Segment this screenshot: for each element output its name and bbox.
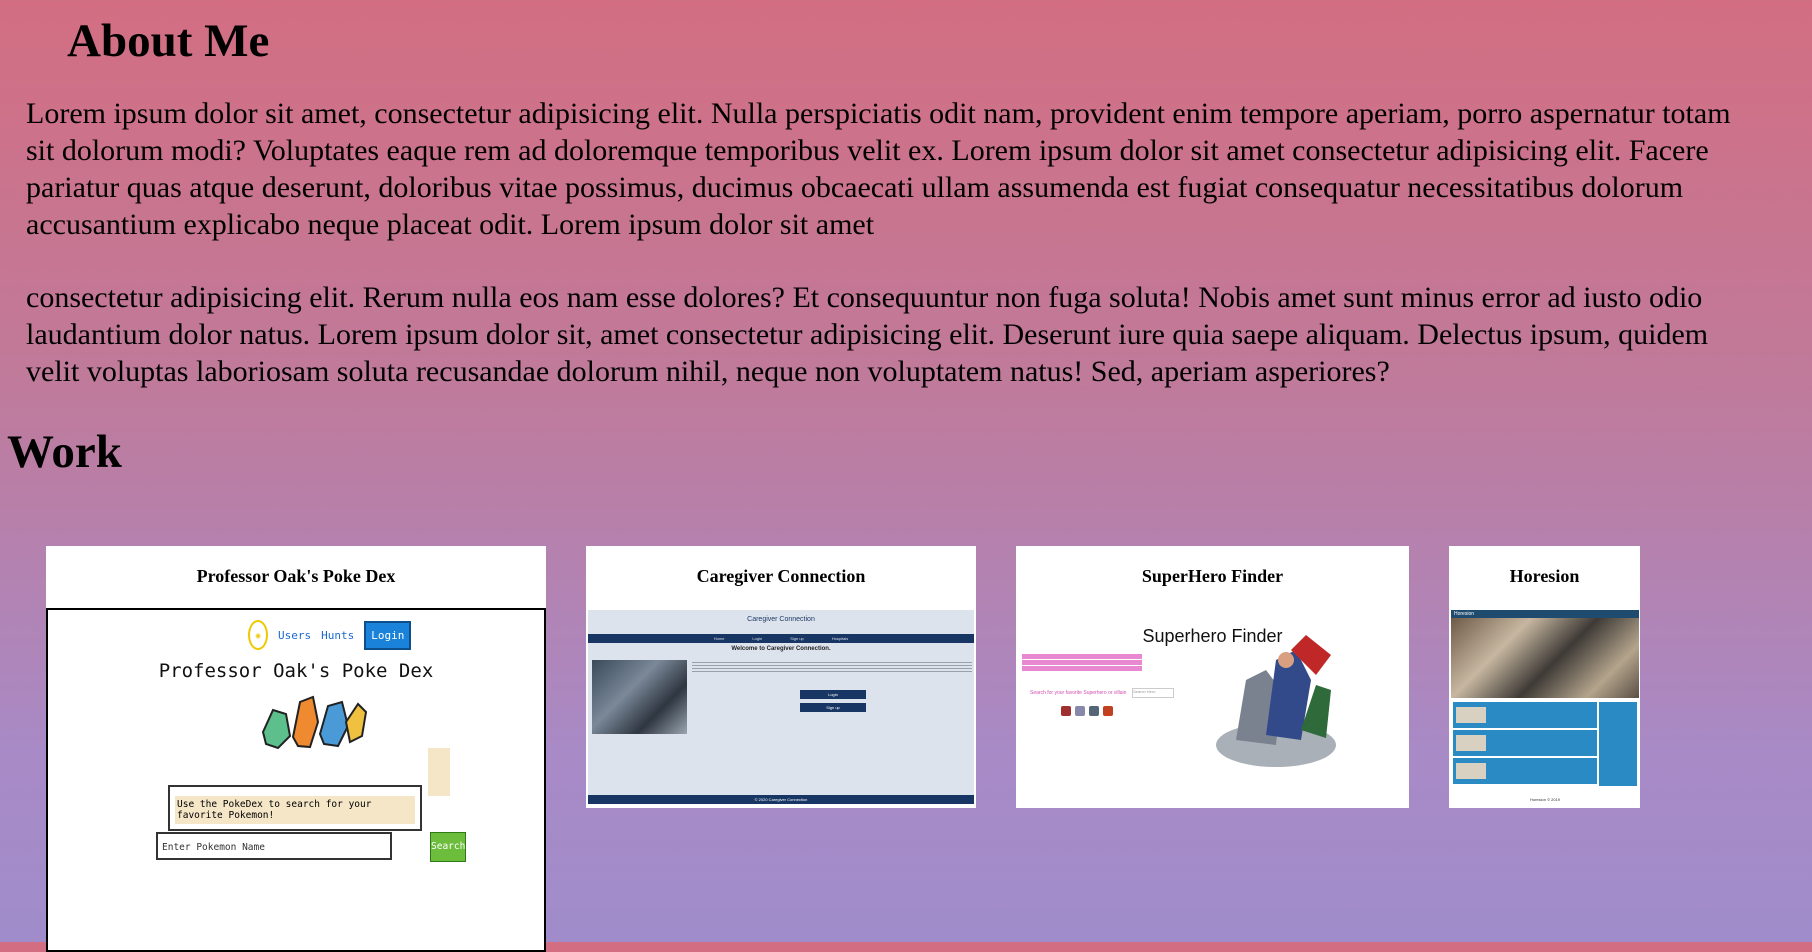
caregiver-nav-item: Sign up <box>790 636 804 641</box>
hero-thumb-icon <box>1089 706 1099 716</box>
caregiver-navbar: Home Login Sign up Hospitals <box>588 634 974 643</box>
hero-thumb-icon <box>1075 706 1085 716</box>
superheroes-group-image <box>1216 635 1336 767</box>
pokedex-bubble-text: Use the PokeDex to search for your favor… <box>175 796 415 824</box>
pokedex-mascot-icon <box>428 748 450 796</box>
pokedex-login-button: Login <box>364 620 412 650</box>
pokedex-app-title: Professor Oak's Poke Dex <box>158 660 434 682</box>
horesion-services <box>1453 702 1597 786</box>
caregiver-nav-item: Hospitals <box>831 636 849 641</box>
project-screenshot[interactable]: Horesion Horesion © 2019 <box>1451 610 1639 804</box>
hero-thumb-icon <box>1061 706 1071 716</box>
hero-thumb-icon <box>1103 706 1113 716</box>
caregiver-body-text <box>692 662 972 672</box>
horesion-navbar: Horesion <box>1451 610 1639 618</box>
project-card-horesion[interactable]: Horesion Horesion Horesion © 2019 <box>1449 546 1640 808</box>
about-paragraph-line: laudantium dolor natus. Lorem ipsum dolo… <box>26 318 1709 351</box>
caregiver-nav-item: Home <box>713 636 725 641</box>
about-paragraph-line: pariatur quas atque deserunt, doloribus … <box>26 171 1684 204</box>
pokeball-icon: ◉ <box>248 620 268 650</box>
project-title: Caregiver Connection <box>696 566 866 586</box>
about-paragraph-line: consectetur adipisicing elit. Rerum null… <box>26 281 1703 314</box>
office-team-image <box>1451 618 1639 698</box>
superhero-thumbnails <box>1061 706 1113 716</box>
service-item <box>1453 758 1597 784</box>
project-screenshot[interactable]: Caregiver Connection Home Login Sign up … <box>588 610 974 804</box>
pokedex-speech-bubble: Use the PokeDex to search for your favor… <box>168 785 422 831</box>
pokemon-sprites-image <box>261 695 368 750</box>
building-image <box>592 660 687 734</box>
about-paragraph-line: accusantium explicabo neque placeat odit… <box>26 208 875 241</box>
project-card-caregiver[interactable]: Caregiver Connection Caregiver Connectio… <box>586 546 976 808</box>
project-screenshot[interactable]: Superhero Finder Search for your favorit… <box>1016 610 1409 808</box>
project-title: Horesion <box>1509 566 1580 586</box>
caregiver-footer: © 2020 Caregiver Connection <box>588 795 974 804</box>
superhero-search-label: Search for your favorite Superhero or vi… <box>1030 690 1127 696</box>
service-item <box>1453 730 1597 756</box>
project-card-superhero[interactable]: SuperHero Finder Superhero Finder Search… <box>1016 546 1409 808</box>
pokedex-nav-hunts: Hunts <box>321 628 355 642</box>
pokedex-search-button: Search <box>430 832 466 862</box>
about-paragraph-line: Lorem ipsum dolor sit amet, consectetur … <box>26 97 1731 130</box>
pokedex-search-input: Enter Pokemon Name <box>156 832 392 860</box>
superhero-intro-text <box>1022 654 1182 672</box>
caregiver-login-button: Login <box>800 690 866 699</box>
horesion-sidebar <box>1599 702 1637 786</box>
work-heading: Work <box>7 426 122 478</box>
caregiver-welcome: Welcome to Caregiver Connection. <box>731 646 831 652</box>
caregiver-signup-button: Sign up <box>800 703 866 712</box>
project-title: Professor Oak's Poke Dex <box>196 566 396 586</box>
pokedex-nav-users: Users <box>278 628 312 642</box>
pokedex-nav: ◉ Users Hunts Login <box>248 620 412 650</box>
project-card-pokedex[interactable]: Professor Oak's Poke Dex ◉ Users Hunts L… <box>46 546 546 952</box>
superhero-search-input: Search Hero <box>1132 688 1174 698</box>
caregiver-nav-item: Login <box>752 636 763 641</box>
horesion-footer: Horesion © 2019 <box>1529 797 1561 802</box>
project-title: SuperHero Finder <box>1141 566 1284 586</box>
service-item <box>1453 702 1597 728</box>
project-screenshot[interactable]: ◉ Users Hunts Login Professor Oak's Poke… <box>46 608 546 952</box>
caregiver-header: Caregiver Connection <box>747 616 815 623</box>
about-heading: About Me <box>67 15 270 67</box>
about-paragraph-line: velit voluptas laboriosam soluta recusan… <box>26 355 1390 388</box>
about-paragraph-line: sit dolorum modi? Voluptates eaque rem a… <box>26 134 1709 167</box>
